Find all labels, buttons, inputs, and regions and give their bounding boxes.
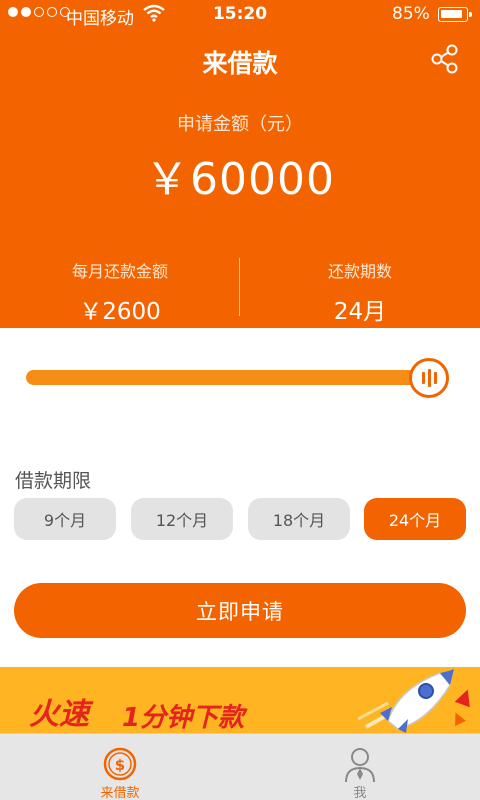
page-title: 来借款 xyxy=(202,49,278,78)
amount-label: 申请金额（元） xyxy=(177,114,303,135)
banner-slogan-rest: 1分钟下款 xyxy=(122,703,245,733)
monthly-payment-value: ￥2600 xyxy=(79,299,161,325)
term-option-18[interactable]: 18个月 xyxy=(248,498,350,540)
tab-bar: $ 来借款 我 xyxy=(0,733,480,800)
repayment-periods-label: 还款期数 xyxy=(327,262,392,281)
slider-track[interactable] xyxy=(26,370,426,385)
term-option-9[interactable]: 9个月 xyxy=(14,498,116,540)
svg-text:$: $ xyxy=(115,756,125,774)
slider-handle[interactable] xyxy=(409,358,449,398)
tab-borrow-label: 来借款 xyxy=(100,786,140,800)
battery-percent: 85% xyxy=(392,4,430,24)
monthly-payment: 每月还款金额 ￥2600 xyxy=(0,258,240,326)
apply-button[interactable]: 立即申请 xyxy=(14,583,466,638)
term-label: 借款期限 xyxy=(15,470,92,492)
battery-icon xyxy=(438,7,472,22)
amount-slider[interactable] xyxy=(26,358,452,398)
monthly-payment-label: 每月还款金额 xyxy=(71,262,168,281)
banner-slogan-main: 火速 xyxy=(29,697,89,732)
tab-borrow[interactable]: $ 来借款 xyxy=(0,734,240,800)
promo-banner[interactable]: 火速 1分钟下款 xyxy=(0,667,480,733)
coin-icon: $ xyxy=(103,747,137,781)
repayment-periods-value: 24月 xyxy=(333,299,387,325)
person-icon xyxy=(345,748,375,783)
tab-me-label: 我 xyxy=(353,786,367,800)
rocket-icon xyxy=(358,669,454,733)
tab-me[interactable]: 我 xyxy=(240,734,480,800)
term-option-12[interactable]: 12个月 xyxy=(131,498,233,540)
amount-value: ￥60000 xyxy=(145,154,335,205)
status-bar: 中国移动 15:20 85% xyxy=(0,0,480,30)
loan-summary-header: 来借款 申请金额（元） ￥60000 每月还款金额 ￥2600 还款期数 24月 xyxy=(0,30,480,328)
term-option-24[interactable]: 24个月 xyxy=(364,498,466,540)
share-icon[interactable] xyxy=(430,43,460,75)
repayment-periods: 还款期数 24月 xyxy=(240,258,480,326)
